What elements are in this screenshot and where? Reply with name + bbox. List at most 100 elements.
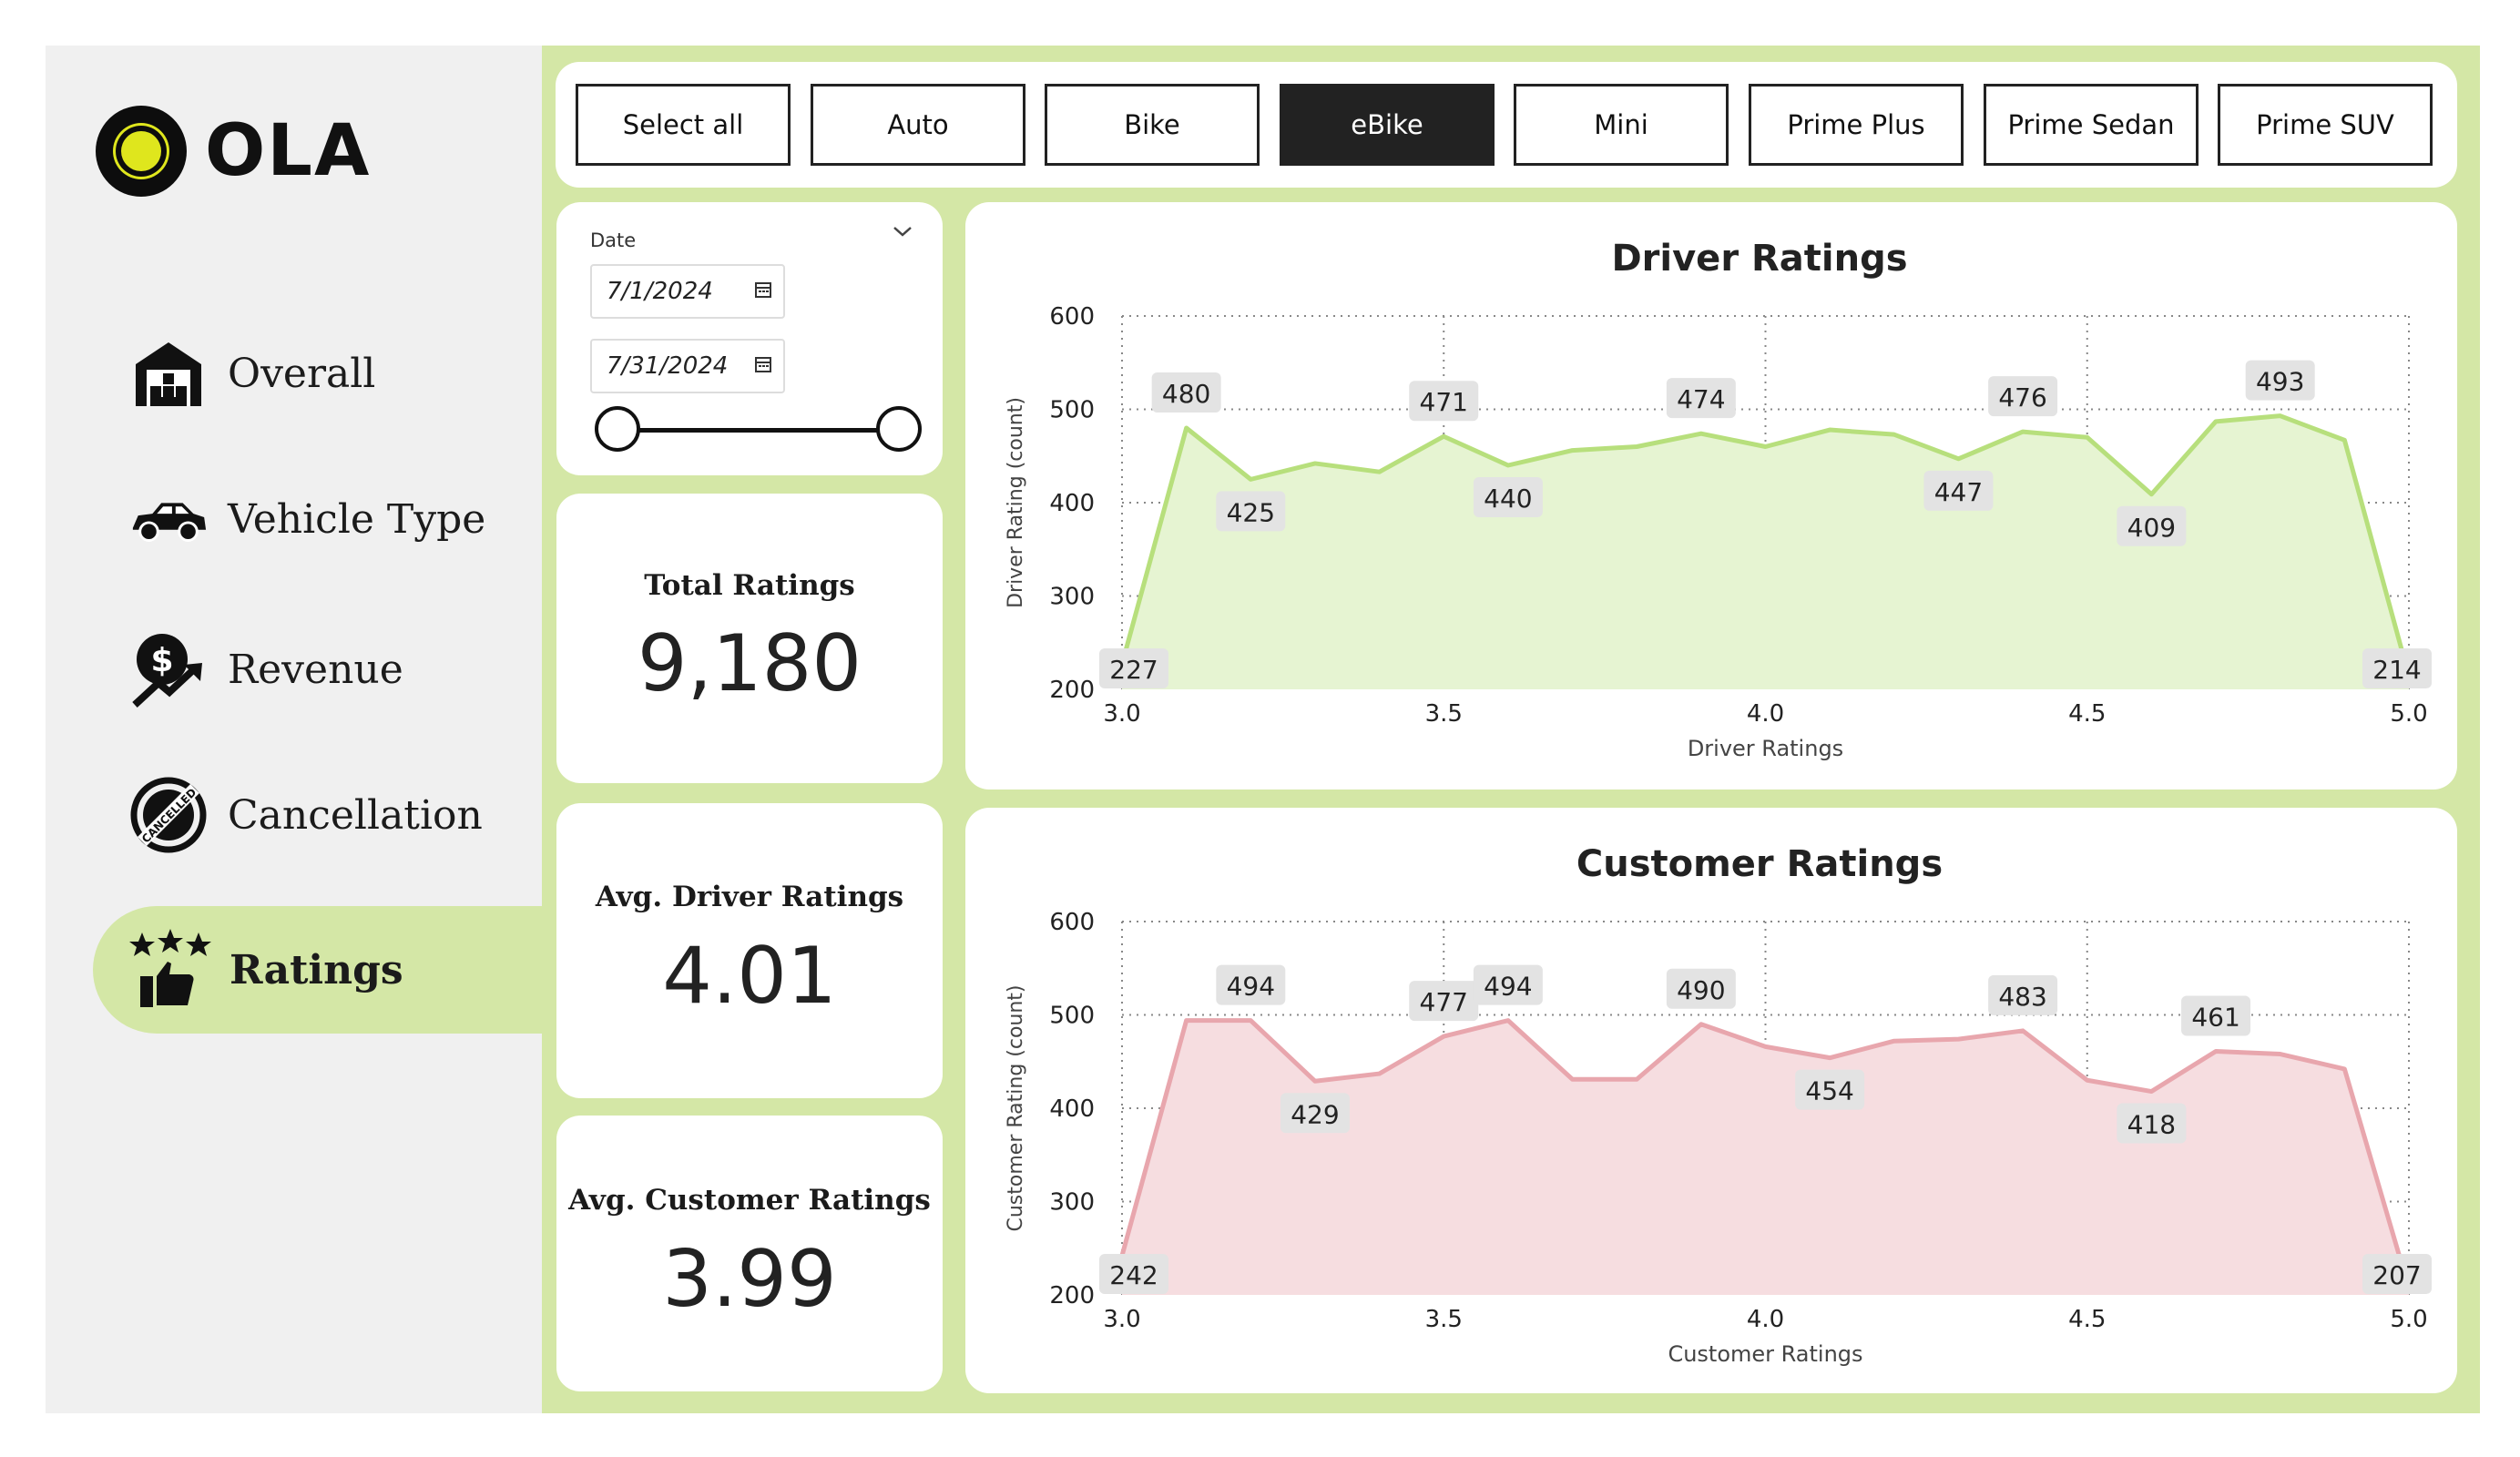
logo-text: OLA xyxy=(205,110,372,192)
sidebar-item-label: Cancellation xyxy=(228,791,483,839)
sidebar: OLA Overall Vehicle Type $ Revenue CANCE… xyxy=(46,46,542,1413)
data-point xyxy=(1763,1044,1768,1049)
data-point xyxy=(2214,419,2219,423)
customer-ratings-chart-panel: Customer Ratings 200 300 400 500 600 3.0 3.5 4.0… xyxy=(965,808,2457,1393)
revenue-icon: $ xyxy=(128,628,209,710)
data-label: 409 xyxy=(2127,513,2176,543)
driver-ratings-chart: Driver Ratings 200 300 400 500 600 3.0 3.5 4.0 4.… xyxy=(1005,238,2432,761)
filter-bike[interactable]: Bike xyxy=(1045,84,1260,166)
data-label: 440 xyxy=(1484,484,1532,514)
y-tick-label: 300 xyxy=(1049,584,1095,611)
data-point xyxy=(1505,464,1510,467)
filter-prime-plus[interactable]: Prime Plus xyxy=(1749,84,1964,166)
card-value: 4.01 xyxy=(662,931,837,1022)
x-tick-label: 5.0 xyxy=(2390,700,2427,728)
end-date-input[interactable]: 7/31/2024 xyxy=(590,339,785,393)
filter-prime-sedan[interactable]: Prime Sedan xyxy=(1984,84,2199,166)
avg-customer-ratings-card: Avg. Customer Ratings 3.99 xyxy=(556,1116,943,1391)
data-point xyxy=(2149,1089,2154,1094)
data-point xyxy=(2085,435,2089,440)
data-point xyxy=(1570,448,1575,453)
y-tick-label: 200 xyxy=(1049,1282,1095,1309)
y-axis-label: Customer Rating (count) xyxy=(1005,984,1027,1231)
data-point xyxy=(1892,1039,1896,1044)
data-point xyxy=(1892,433,1896,437)
data-label: 227 xyxy=(1109,655,1158,685)
x-tick-label: 4.5 xyxy=(2068,700,2106,728)
sidebar-item-overall[interactable]: Overall xyxy=(46,310,542,437)
card-title: Avg. Driver Ratings xyxy=(595,881,904,913)
x-tick-label: 4.0 xyxy=(1747,1306,1784,1333)
x-tick-label: 3.5 xyxy=(1425,1306,1463,1333)
data-label: 471 xyxy=(1420,387,1468,417)
date-range-end-handle[interactable] xyxy=(876,406,922,452)
data-point xyxy=(1249,1018,1253,1023)
data-label: 429 xyxy=(1291,1099,1339,1129)
y-tick-label: 600 xyxy=(1049,909,1095,936)
sidebar-item-cancellation[interactable]: CANCELLED Cancellation xyxy=(46,751,542,879)
data-point xyxy=(2278,1052,2282,1056)
data-label: 474 xyxy=(1677,384,1725,414)
x-tick-label: 4.5 xyxy=(2068,1306,2106,1333)
filter-mini[interactable]: Mini xyxy=(1514,84,1729,166)
data-point xyxy=(1249,477,1253,482)
data-label: 483 xyxy=(1998,982,2046,1012)
cancelled-stamp-icon: CANCELLED xyxy=(128,774,209,856)
sidebar-item-label: Ratings xyxy=(230,946,403,993)
data-label: 454 xyxy=(1805,1076,1853,1106)
data-label: 214 xyxy=(2372,655,2421,685)
data-point xyxy=(1505,1018,1510,1023)
date-range-start-handle[interactable] xyxy=(595,406,640,452)
data-point xyxy=(2214,1049,2219,1054)
x-axis-label: Customer Ratings xyxy=(1668,1341,1862,1367)
data-point xyxy=(1635,444,1639,449)
x-tick-label: 3.5 xyxy=(1425,700,1463,728)
data-point xyxy=(1635,1077,1639,1082)
svg-text:$: $ xyxy=(150,642,173,679)
car-icon xyxy=(128,478,209,560)
filter-select-all[interactable]: Select all xyxy=(576,84,791,166)
stars-thumbs-up-icon xyxy=(129,929,211,1011)
data-point xyxy=(1184,426,1189,430)
data-label: 425 xyxy=(1227,497,1275,527)
calendar-icon[interactable] xyxy=(754,280,772,302)
data-point xyxy=(1699,1022,1703,1026)
sidebar-item-ratings[interactable]: Ratings xyxy=(93,906,542,1034)
data-label: 207 xyxy=(2372,1260,2421,1290)
data-point xyxy=(1184,1018,1189,1023)
data-point xyxy=(2021,1028,2025,1033)
data-point xyxy=(1828,428,1832,433)
y-tick-label: 300 xyxy=(1049,1189,1095,1217)
data-label: 242 xyxy=(1109,1260,1158,1290)
card-title: Avg. Customer Ratings xyxy=(568,1184,931,1217)
data-point xyxy=(2342,438,2347,443)
x-tick-label: 3.0 xyxy=(1103,700,1140,728)
date-slicer: Date 7/1/2024 7/31/2024 xyxy=(556,202,943,475)
series-area xyxy=(1122,415,2409,689)
chevron-down-icon[interactable] xyxy=(892,224,913,242)
series-area xyxy=(1122,1020,2409,1295)
calendar-icon[interactable] xyxy=(754,355,772,377)
x-tick-label: 3.0 xyxy=(1103,1306,1140,1333)
data-label: 461 xyxy=(2191,1002,2239,1032)
card-value: 9,180 xyxy=(637,618,862,709)
sidebar-item-revenue[interactable]: $ Revenue xyxy=(46,606,542,733)
x-axis-label: Driver Ratings xyxy=(1688,736,1843,761)
card-value: 3.99 xyxy=(662,1234,837,1325)
sidebar-item-vehicle-type[interactable]: Vehicle Type xyxy=(46,455,542,583)
data-point xyxy=(1763,444,1768,449)
y-tick-label: 500 xyxy=(1049,397,1095,424)
end-date-value: 7/31/2024 xyxy=(607,352,729,380)
data-point xyxy=(1956,456,1961,461)
y-tick-label: 600 xyxy=(1049,303,1095,331)
data-label: 418 xyxy=(2127,1110,2176,1140)
data-label: 480 xyxy=(1162,379,1210,409)
filter-ebike[interactable]: eBike xyxy=(1280,84,1495,166)
filter-auto[interactable]: Auto xyxy=(811,84,1025,166)
start-date-input[interactable]: 7/1/2024 xyxy=(590,264,785,319)
filter-prime-suv[interactable]: Prime SUV xyxy=(2218,84,2433,166)
data-point xyxy=(1442,434,1446,439)
total-ratings-card: Total Ratings 9,180 xyxy=(556,494,943,783)
data-point xyxy=(2149,492,2154,496)
data-label: 477 xyxy=(1420,987,1468,1017)
